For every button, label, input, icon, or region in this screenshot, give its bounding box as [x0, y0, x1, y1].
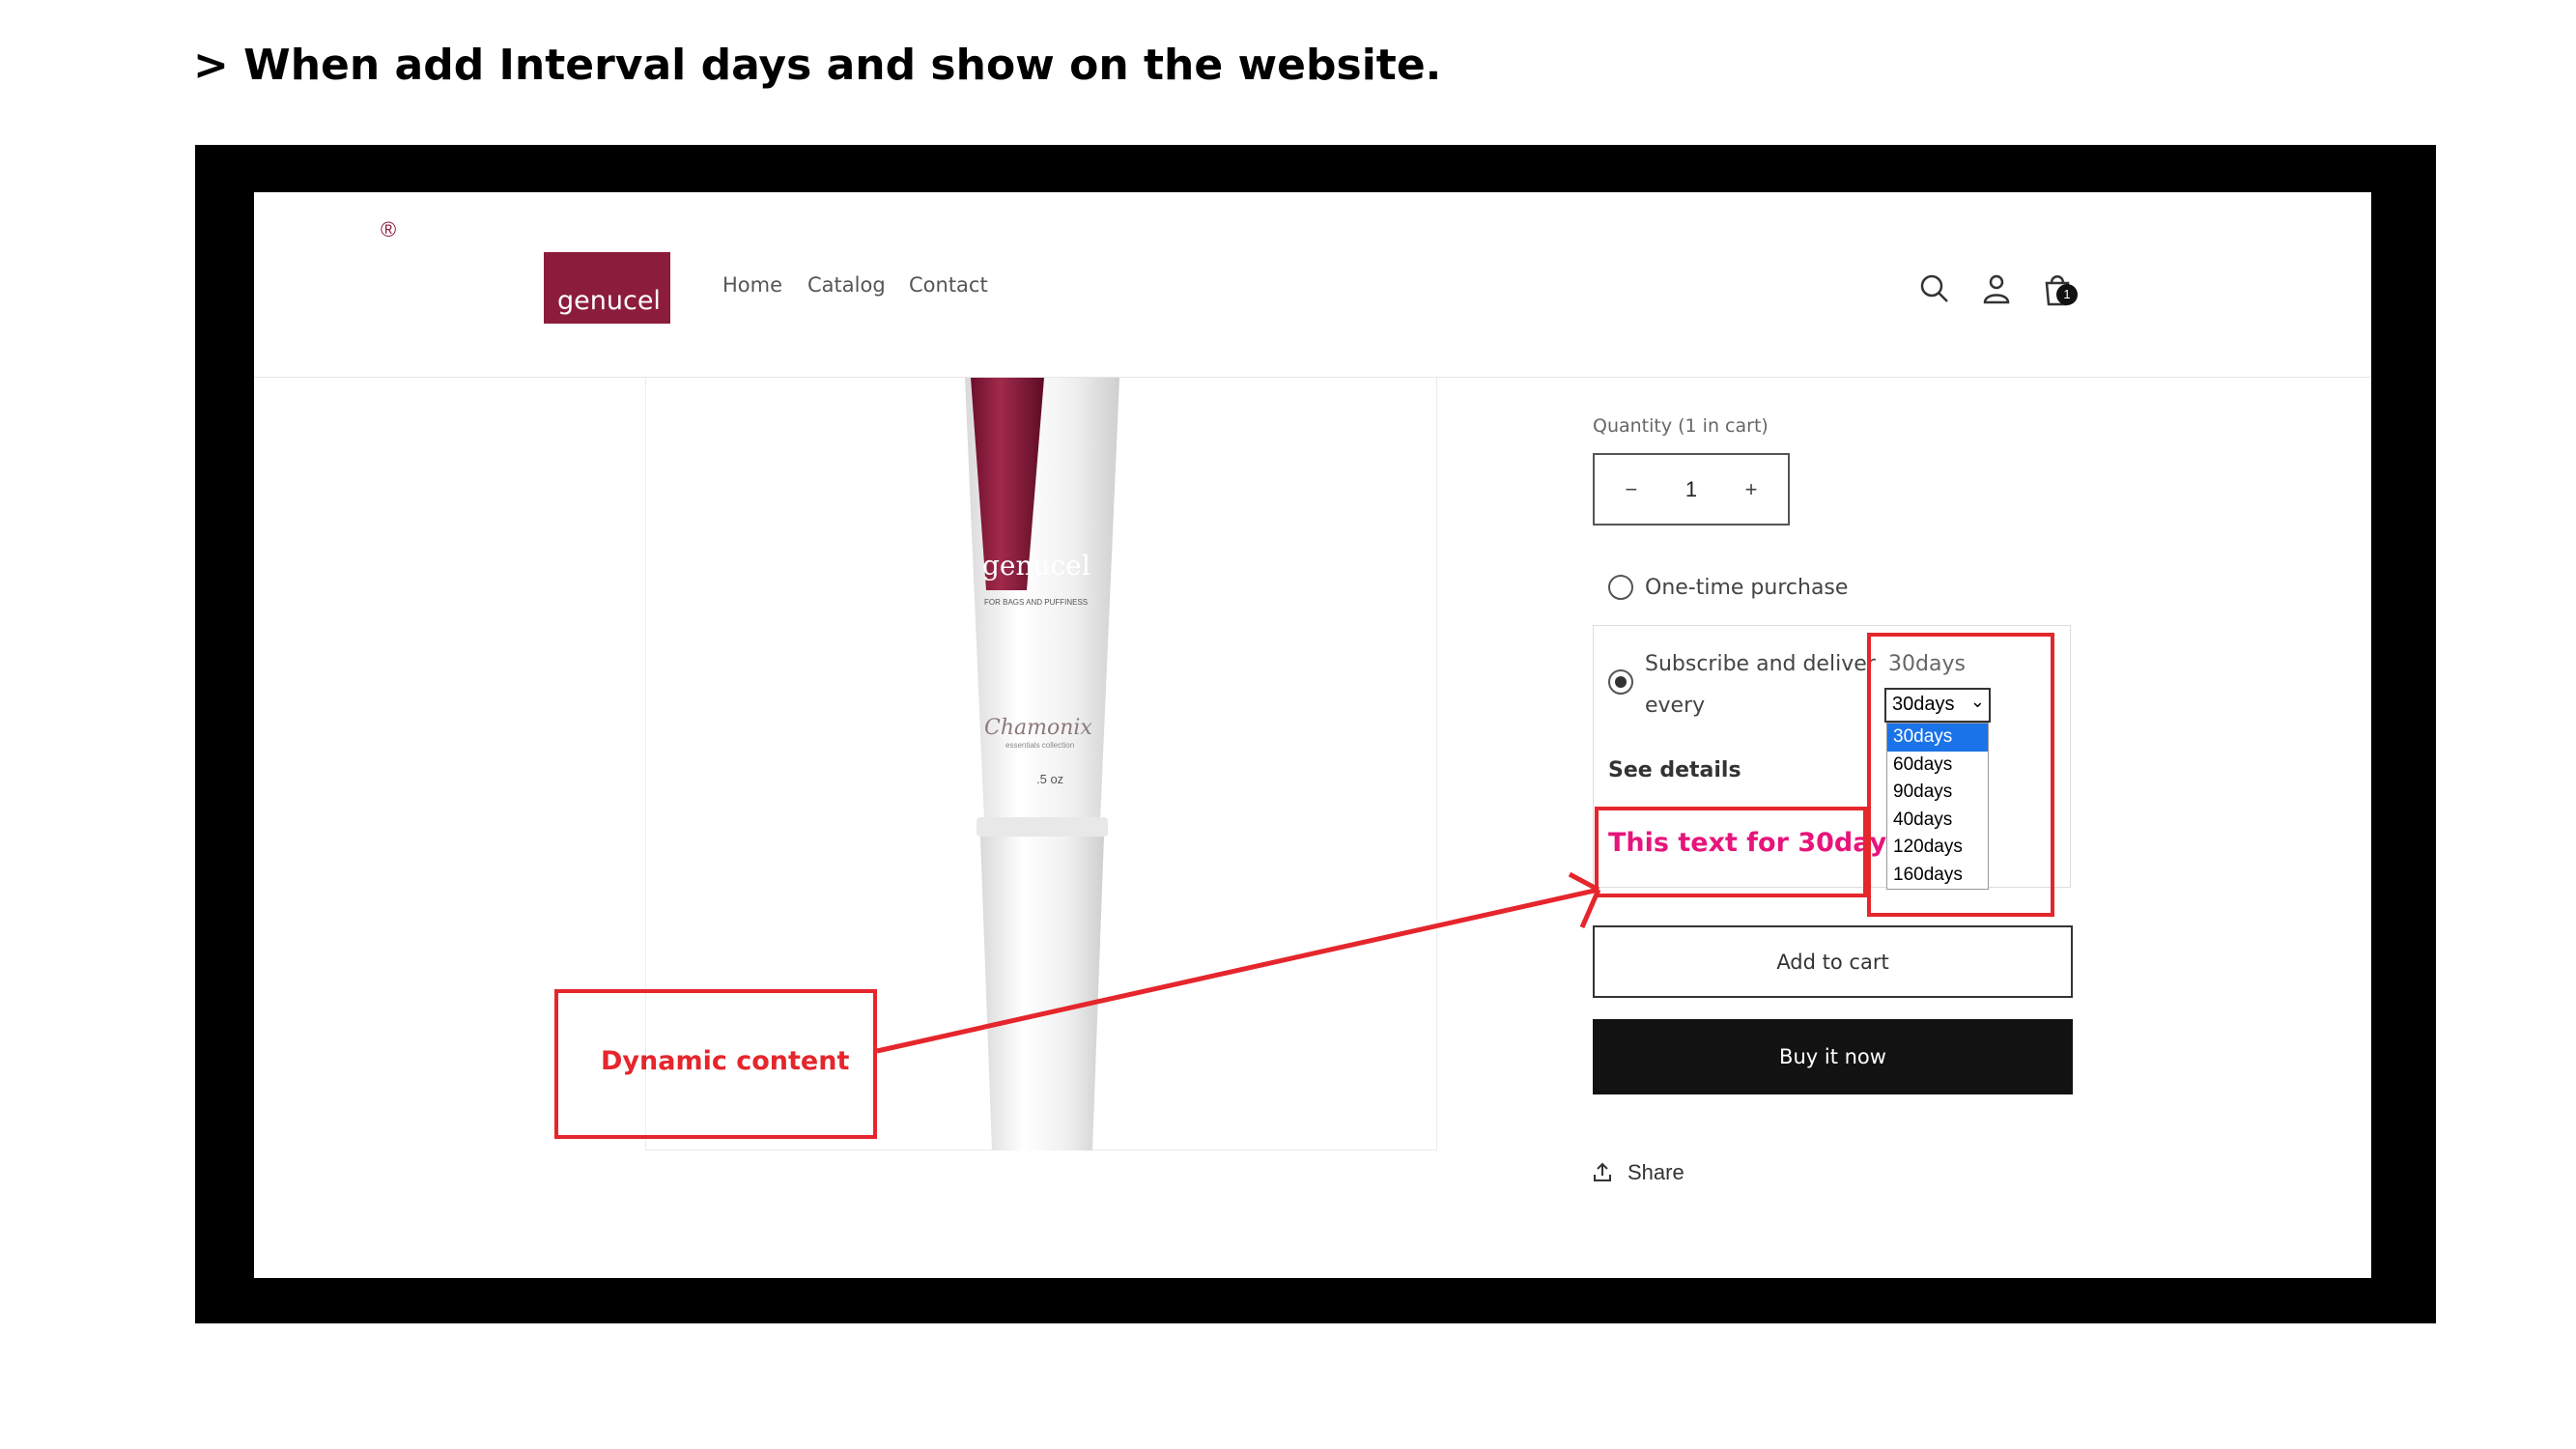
nav-catalog[interactable]: Catalog	[807, 273, 886, 297]
share-label: Share	[1628, 1160, 1684, 1184]
annotation-label: Dynamic content	[601, 1046, 850, 1076]
registered-mark: ®	[381, 217, 397, 242]
account-icon[interactable]	[1977, 270, 2016, 308]
subscribe-label-line1[interactable]: Subscribe and deliver	[1645, 652, 1876, 676]
tube-line-text: FOR BAGS AND PUFFINESS	[984, 598, 1089, 607]
logo-text: genucel	[557, 286, 661, 316]
tube-size-text: .5 oz	[1036, 772, 1064, 786]
see-details-link[interactable]: See details	[1608, 758, 1741, 782]
tube-collection-sub: essentials collection	[1005, 741, 1075, 750]
buy-now-button[interactable]: Buy it now	[1593, 1019, 2073, 1094]
one-time-purchase-label[interactable]: One-time purchase	[1645, 576, 1848, 600]
quantity-label: Quantity (1 in cart)	[1593, 415, 1769, 437]
slide-title: > When add Interval days and show on the…	[193, 41, 1442, 90]
annotation-dynamic-text-box	[1595, 807, 1867, 897]
quantity-plus-button[interactable]: +	[1732, 477, 1770, 502]
cart-count-badge: 1	[2056, 284, 2078, 305]
share-icon	[1594, 1162, 1611, 1181]
one-time-purchase-radio[interactable]	[1608, 575, 1633, 600]
subscribe-label-line2[interactable]: every	[1645, 694, 1705, 718]
subscribe-radio[interactable]	[1608, 669, 1633, 695]
annotation-interval-box	[1867, 633, 2054, 917]
genucel-logo[interactable]: genucel	[544, 252, 670, 324]
tube-brand-text: genucel	[982, 550, 1090, 582]
add-to-cart-button[interactable]: Add to cart	[1593, 925, 2073, 998]
quantity-minus-button[interactable]: −	[1612, 477, 1651, 502]
nav-home[interactable]: Home	[722, 273, 782, 297]
quantity-stepper[interactable]: − 1 +	[1593, 453, 1790, 526]
nav-contact[interactable]: Contact	[909, 273, 988, 297]
share-button[interactable]: Share	[1591, 1160, 1684, 1185]
search-icon[interactable]	[1915, 270, 1954, 308]
quantity-value[interactable]: 1	[1685, 477, 1697, 502]
tube-collection-text: Chamonix	[984, 716, 1092, 740]
